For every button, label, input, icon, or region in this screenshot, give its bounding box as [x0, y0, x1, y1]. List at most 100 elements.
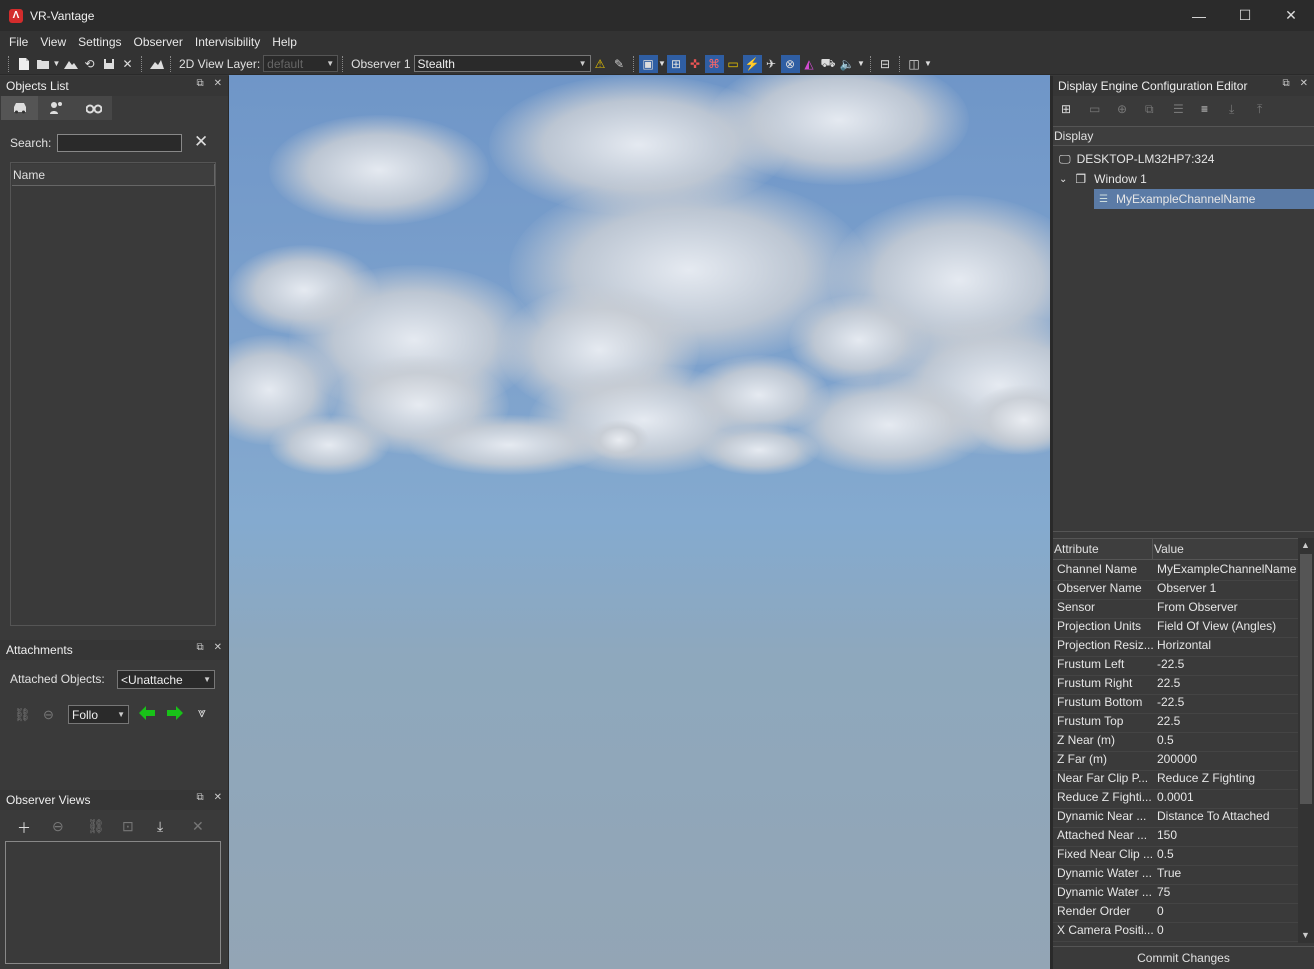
new-file-icon[interactable]: [14, 55, 33, 73]
split-view-icon[interactable]: ◫: [905, 55, 924, 73]
chevron-down-icon[interactable]: ▼: [52, 55, 61, 73]
attribute-value[interactable]: 200000: [1153, 752, 1296, 770]
attribute-row[interactable]: Render Order 0: [1053, 904, 1298, 923]
unlink-icon[interactable]: ⛓: [87, 818, 105, 838]
chevron-down-icon[interactable]: ⌄: [1059, 174, 1067, 185]
layout-icon[interactable]: ⊟: [876, 55, 895, 73]
tab-vehicles[interactable]: [1, 96, 38, 120]
attribute-value[interactable]: 0: [1153, 923, 1296, 941]
view-layer-select[interactable]: default ▼: [263, 55, 339, 72]
attribute-row[interactable]: Frustum Left -22.5: [1053, 657, 1298, 676]
chevron-up-icon[interactable]: ▲: [1301, 540, 1310, 550]
attach-icon[interactable]: ⊖: [43, 707, 54, 723]
terrain-icon[interactable]: [61, 55, 80, 73]
attribute-value[interactable]: 22.5: [1153, 676, 1296, 694]
attribute-value[interactable]: Observer 1: [1153, 581, 1296, 599]
attribute-row[interactable]: Z Far (m) 200000: [1053, 752, 1298, 771]
reload-icon[interactable]: ⟲: [80, 55, 99, 73]
attached-objects-select[interactable]: <Unattache ▼: [117, 670, 215, 689]
aircraft-icon[interactable]: ✈: [762, 55, 781, 73]
float-icon[interactable]: ⧉: [1282, 78, 1289, 89]
follow-mode-select[interactable]: Follo ▼: [68, 705, 129, 724]
editor-splitter[interactable]: [1053, 531, 1314, 532]
add-channel-icon[interactable]: ⊕: [1117, 102, 1133, 117]
value-column-header[interactable]: Value: [1153, 539, 1184, 559]
attribute-row[interactable]: Observer Name Observer 1: [1053, 581, 1298, 600]
close-icon[interactable]: ✕: [214, 78, 222, 89]
maximize-button[interactable]: ☐: [1222, 0, 1268, 31]
move-down-icon[interactable]: ⤓: [1229, 102, 1245, 117]
menu-settings[interactable]: Settings: [72, 35, 127, 49]
attribute-row[interactable]: Projection Resiz... Horizontal: [1053, 638, 1298, 657]
menu-observer[interactable]: Observer: [128, 35, 189, 49]
attribute-value[interactable]: From Observer: [1153, 600, 1296, 618]
attribute-row[interactable]: Projection Units Field Of View (Angles): [1053, 619, 1298, 638]
download-icon[interactable]: ⤓: [157, 818, 173, 838]
target-icon[interactable]: ✜: [686, 55, 705, 73]
menu-file[interactable]: File: [3, 35, 34, 49]
attribute-value[interactable]: 75: [1153, 885, 1296, 903]
attribute-row[interactable]: Frustum Bottom -22.5: [1053, 695, 1298, 714]
expand-more-icon[interactable]: ⩔: [198, 704, 206, 721]
clear-search-icon[interactable]: ✕: [194, 132, 208, 152]
symbol-icon[interactable]: ⌘: [704, 54, 724, 73]
attribute-row[interactable]: Attached Near ... 150: [1053, 828, 1298, 847]
attribute-value[interactable]: 22.5: [1153, 714, 1296, 732]
commit-changes-button[interactable]: Commit Changes: [1053, 946, 1314, 968]
attribute-value[interactable]: Field Of View (Angles): [1153, 619, 1296, 637]
attribute-value[interactable]: True: [1153, 866, 1296, 884]
menu-help[interactable]: Help: [266, 35, 303, 49]
float-icon[interactable]: ⧉: [196, 78, 203, 89]
delete-icon[interactable]: ✕: [192, 818, 208, 838]
ruler-icon[interactable]: ✎: [610, 55, 629, 73]
float-icon[interactable]: ⧉: [196, 792, 203, 803]
map-view-icon[interactable]: ▣: [638, 54, 658, 73]
close-icon[interactable]: ✕: [214, 642, 222, 653]
attribute-row[interactable]: Sensor From Observer: [1053, 600, 1298, 619]
3d-viewport[interactable]: [229, 75, 1050, 969]
attribute-row[interactable]: Fixed Near Clip ... 0.5: [1053, 847, 1298, 866]
tree-item-host[interactable]: 🖵 DESKTOP-LM32HP7:324: [1053, 149, 1314, 169]
terrain-edit-icon[interactable]: [147, 55, 166, 73]
link-icon[interactable]: ⊖: [52, 818, 68, 838]
detach-icon[interactable]: ⛓: [14, 707, 31, 723]
attribute-value[interactable]: 150: [1153, 828, 1296, 846]
attribute-row[interactable]: Near Far Clip P... Reduce Z Fighting: [1053, 771, 1298, 790]
attribute-row[interactable]: Dynamic Water ... True: [1053, 866, 1298, 885]
attribute-row[interactable]: Dynamic Near ... Distance To Attached: [1053, 809, 1298, 828]
attribute-row[interactable]: Z Near (m) 0.5: [1053, 733, 1298, 752]
attribute-value[interactable]: 0: [1153, 904, 1296, 922]
label-icon[interactable]: ▭: [724, 55, 743, 73]
chevron-down-icon[interactable]: ▼: [924, 55, 933, 73]
attribute-value[interactable]: 0.5: [1153, 847, 1296, 865]
attribute-row[interactable]: Reduce Z Fighti... 0.0001: [1053, 790, 1298, 809]
close-icon[interactable]: ✕: [214, 792, 222, 803]
search-input[interactable]: [57, 134, 182, 152]
attribute-value[interactable]: 0.5: [1153, 733, 1296, 751]
tab-binoculars[interactable]: [75, 96, 112, 120]
add-list-icon[interactable]: ☰: [1173, 102, 1189, 117]
attribute-row[interactable]: Frustum Right 22.5: [1053, 676, 1298, 695]
observer-mode-select[interactable]: Stealth ▼: [413, 55, 591, 72]
attribute-value[interactable]: MyExampleChannelName: [1153, 562, 1296, 580]
open-folder-icon[interactable]: [33, 55, 52, 73]
menu-view[interactable]: View: [34, 35, 72, 49]
float-icon[interactable]: ⧉: [196, 642, 203, 653]
attribute-value[interactable]: -22.5: [1153, 657, 1296, 675]
tree-item-window[interactable]: ⌄ ❐ Window 1: [1053, 169, 1314, 189]
attribute-value[interactable]: Distance To Attached: [1153, 809, 1296, 827]
close-button[interactable]: ✕: [1268, 0, 1314, 31]
frustum-icon[interactable]: ◭: [800, 55, 819, 73]
tab-lifeforms[interactable]: [38, 96, 75, 120]
add-icon[interactable]: ＋: [17, 818, 33, 838]
attributes-scrollbar[interactable]: ▲ ▼: [1298, 538, 1314, 943]
attribute-value[interactable]: Horizontal: [1153, 638, 1296, 656]
observer-views-list[interactable]: [5, 841, 221, 964]
attribute-value[interactable]: 0.0001: [1153, 790, 1296, 808]
previous-arrow-icon[interactable]: [138, 705, 156, 724]
chevron-down-icon[interactable]: ▼: [1301, 930, 1310, 940]
attribute-row[interactable]: Channel Name MyExampleChannelName: [1053, 562, 1298, 581]
close-scenario-icon[interactable]: ✕: [118, 55, 137, 73]
scrollbar-thumb[interactable]: [1300, 554, 1312, 804]
close-icon[interactable]: ✕: [1300, 78, 1308, 89]
